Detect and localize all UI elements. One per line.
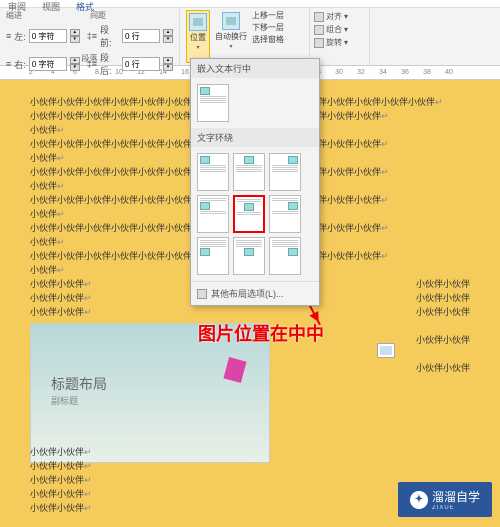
position-dropdown: 嵌入文本行中 文字环绕 其他布局选项(L)... xyxy=(190,58,320,306)
spacing-title: 间距 xyxy=(90,10,106,21)
chevron-down-icon: ▾ xyxy=(229,43,232,50)
annotation-text: 图片位置在中中 xyxy=(198,320,324,346)
position-middle-center[interactable] xyxy=(233,195,265,233)
rotate-button[interactable]: 旋转 ▾ xyxy=(314,36,365,49)
spinner-down[interactable]: ▾ xyxy=(163,36,173,43)
paragraph[interactable]: 小伙伴小伙伴 xyxy=(416,333,470,347)
paragraph[interactable]: 小伙伴小伙伴 xyxy=(416,361,470,375)
position-bottom-center[interactable] xyxy=(233,237,265,275)
position-bottom-left[interactable] xyxy=(197,237,229,275)
before-label: 段前: xyxy=(100,23,119,49)
layout-options-button[interactable] xyxy=(377,343,395,358)
position-inline[interactable] xyxy=(197,84,229,122)
paragraph[interactable]: 小伙伴小伙伴↵ xyxy=(30,445,92,459)
more-layout-options[interactable]: 其他布局选项(L)... xyxy=(191,281,319,305)
paragraph[interactable]: 小伙伴小伙伴↵ xyxy=(30,473,92,487)
send-backward-button[interactable]: 下移一层 xyxy=(252,22,284,33)
position-icon xyxy=(189,13,207,31)
right-indent-label: 右: xyxy=(14,58,26,71)
position-label: 位置 xyxy=(190,32,206,43)
spinner-down[interactable]: ▾ xyxy=(163,64,173,71)
left-indent-input[interactable] xyxy=(29,29,67,43)
position-grid xyxy=(191,147,319,281)
indent-right-icon: ≡ xyxy=(6,59,11,69)
paragraph[interactable]: 小伙伴小伙伴 xyxy=(416,277,470,291)
wrap-button[interactable]: 自动换行 ▾ xyxy=(213,10,249,63)
position-top-left[interactable] xyxy=(197,153,229,191)
spinner-up[interactable]: ▴ xyxy=(70,29,80,36)
spinner-down[interactable]: ▾ xyxy=(70,64,80,71)
paragraph[interactable]: 小伙伴小伙伴↵ xyxy=(30,487,92,501)
before-spacing-input[interactable] xyxy=(122,29,160,43)
paragraph[interactable]: 小伙伴小伙伴 xyxy=(416,291,470,305)
rotate-icon xyxy=(314,38,324,48)
spinner-up[interactable]: ▴ xyxy=(70,57,80,64)
layout-icon xyxy=(197,289,207,299)
position-bottom-right[interactable] xyxy=(269,237,301,275)
tab-view[interactable]: 视图 xyxy=(34,0,68,7)
paragraph[interactable]: 小伙伴小伙伴↵ xyxy=(30,459,92,473)
position-button[interactable]: 位置 ▾ xyxy=(186,10,210,63)
align-button[interactable]: 对齐 ▾ xyxy=(314,10,365,23)
align-group: 对齐 ▾ 组合 ▾ 旋转 ▾ xyxy=(310,8,370,65)
indent-left-icon: ≡ xyxy=(6,31,11,41)
spinner-up[interactable]: ▴ xyxy=(163,57,173,64)
wrap-icon xyxy=(222,12,240,30)
ribbon-tabs: 审阅 视图 格式 xyxy=(0,0,500,8)
bring-forward-button[interactable]: 上移一层 xyxy=(252,10,284,21)
position-middle-right[interactable] xyxy=(269,195,301,233)
position-middle-left[interactable] xyxy=(197,195,229,233)
wrap-label: 自动换行 xyxy=(215,31,247,42)
wrap-section-header: 文字环绕 xyxy=(191,128,319,147)
tab-format[interactable]: 格式 xyxy=(68,0,102,7)
watermark: ✦ 溜溜自学 ZIXUE xyxy=(398,482,492,517)
align-icon xyxy=(314,12,324,22)
indent-title: 缩进 xyxy=(6,10,22,21)
watermark-icon: ✦ xyxy=(410,491,428,509)
tab-review[interactable]: 审阅 xyxy=(0,0,34,7)
kite-graphic xyxy=(223,357,246,383)
right-indent-input[interactable] xyxy=(29,57,67,71)
paragraph-group: 缩进 间距 ≡ 左: ▴▾ ‡≡ 段前: ▴▾ ≡ 右: ▴▾ ‡≡ 段后: ▴… xyxy=(0,8,180,65)
arrange-group: 位置 ▾ 自动换行 ▾ 上移一层 下移一层 选择窗格 xyxy=(180,8,310,65)
selection-pane-button[interactable]: 选择窗格 xyxy=(252,34,284,45)
paragraph[interactable]: 小伙伴小伙伴↵ xyxy=(30,305,270,319)
spinner-up[interactable]: ▴ xyxy=(163,29,173,36)
group-button[interactable]: 组合 ▾ xyxy=(314,23,365,36)
paragraph-group-label: 段落 xyxy=(82,53,98,64)
image-title-text: 标题布局 xyxy=(51,374,107,394)
spinner-down[interactable]: ▾ xyxy=(70,36,80,43)
paragraph[interactable]: 小伙伴小伙伴 xyxy=(416,305,470,319)
inline-section-header: 嵌入文本行中 xyxy=(191,59,319,78)
after-spacing-input[interactable] xyxy=(122,57,160,71)
paragraph[interactable]: 小伙伴小伙伴↵ xyxy=(30,501,92,515)
group-icon xyxy=(314,25,324,35)
position-top-center[interactable] xyxy=(233,153,265,191)
left-indent-label: 左: xyxy=(14,30,26,43)
after-label: 段后: xyxy=(100,51,119,77)
chevron-down-icon: ▾ xyxy=(196,44,199,51)
image-subtitle-text: 副标题 xyxy=(51,394,78,407)
position-top-right[interactable] xyxy=(269,153,301,191)
